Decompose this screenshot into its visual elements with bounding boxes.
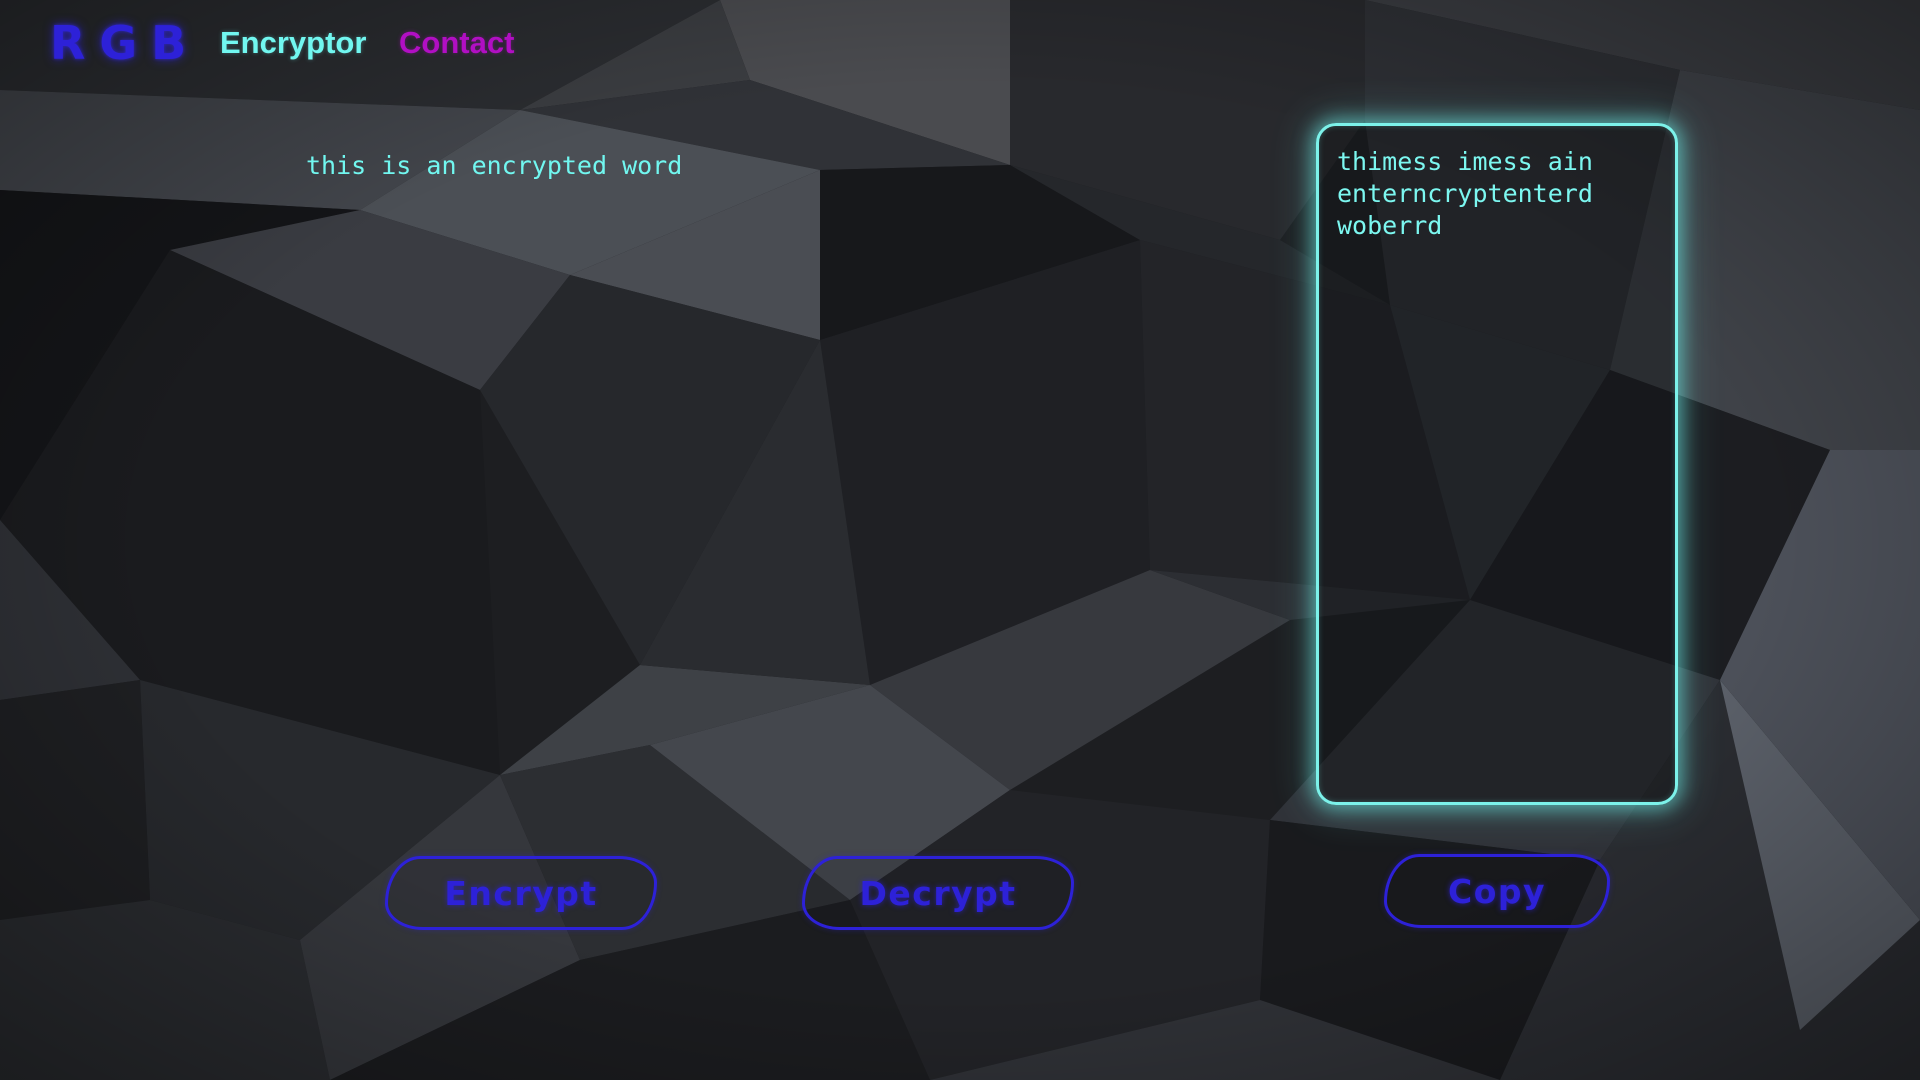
decrypt-button[interactable]: Decrypt — [802, 856, 1074, 930]
top-nav: RGB Encryptor Contact — [0, 0, 1920, 88]
encrypt-button[interactable]: Encrypt — [385, 856, 657, 930]
nav-link-contact[interactable]: Contact — [399, 24, 514, 62]
input-text-field[interactable]: this is an encrypted word — [300, 144, 1012, 204]
output-text-box[interactable]: thimess imess ain enterncryptenterd wobe… — [1316, 123, 1678, 805]
copy-button[interactable]: Copy — [1384, 854, 1610, 928]
nav-link-encryptor[interactable]: Encryptor — [220, 24, 366, 62]
logo: RGB — [50, 16, 201, 70]
output-text: thimess imess ain enterncryptenterd wobe… — [1337, 147, 1608, 240]
